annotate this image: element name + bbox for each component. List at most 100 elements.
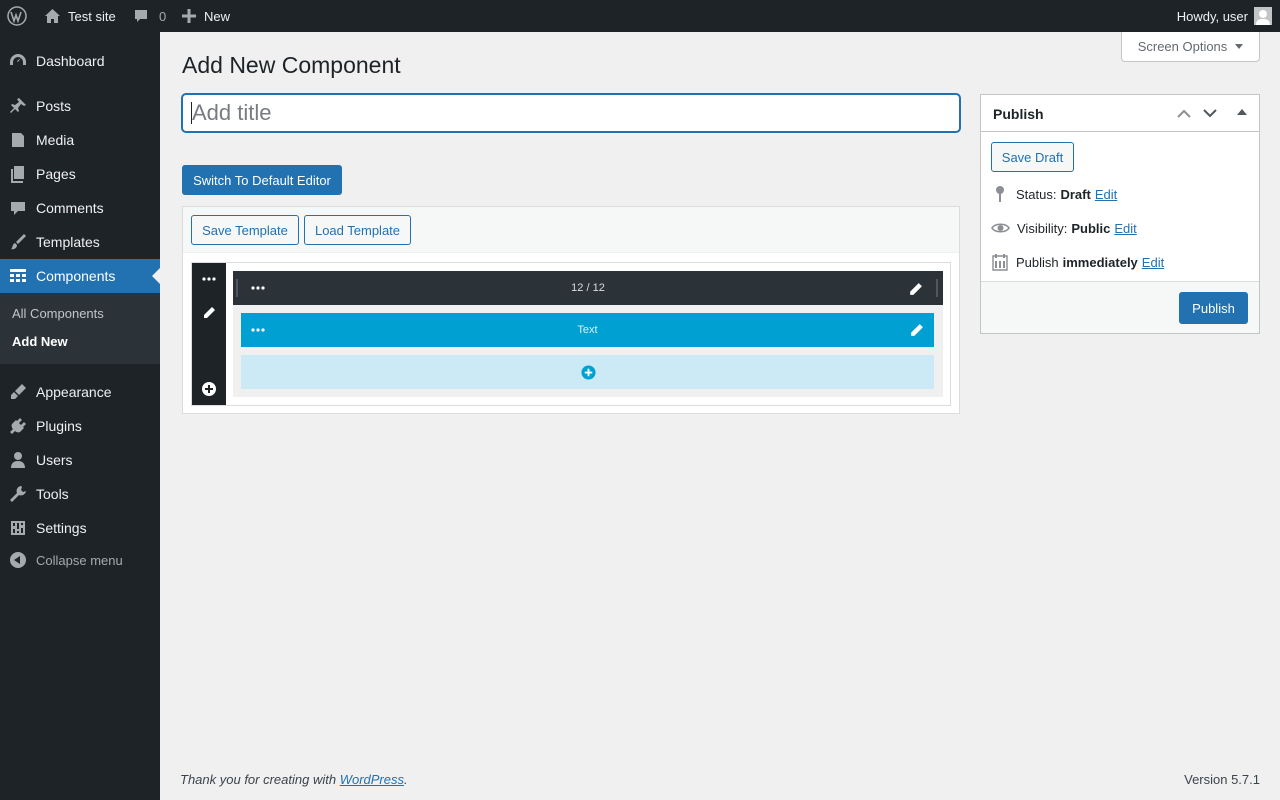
table-icon: [0, 266, 36, 286]
text-block-label: Text: [577, 324, 598, 336]
submenu-all-components[interactable]: All Components: [12, 306, 104, 321]
load-template-button[interactable]: Load Template: [304, 215, 411, 245]
menu-item-media[interactable]: Media: [0, 123, 160, 157]
title-input[interactable]: [182, 94, 960, 132]
menu-item-plugins[interactable]: Plugins: [0, 409, 160, 443]
add-component-icon[interactable]: [580, 364, 596, 380]
text-cursor: [191, 102, 192, 124]
status-row: Status: Draft Edit: [991, 185, 1117, 203]
menu-item-users[interactable]: Users: [0, 443, 160, 477]
move-up-icon[interactable]: [1177, 106, 1191, 120]
publish-title: Publish: [993, 106, 1044, 122]
components-submenu: All Components Add New: [0, 293, 160, 364]
plus-icon: [182, 9, 196, 23]
footer-version: Version 5.7.1: [1184, 772, 1260, 787]
menu-item-components[interactable]: Components: [0, 259, 160, 293]
appearance-icon: [0, 382, 36, 402]
comments-count: 0: [159, 8, 167, 24]
pin-icon: [0, 96, 36, 116]
admin-bar: Test site 0 New Howdy, user: [0, 0, 1280, 32]
menu-label: Appearance: [36, 384, 112, 400]
publish-header: Publish: [981, 95, 1259, 132]
schedule-row: Publish immediately Edit: [991, 253, 1164, 271]
comment-icon: [0, 198, 36, 218]
edit-status-link[interactable]: Edit: [1095, 187, 1117, 202]
menu-label: Users: [36, 452, 73, 468]
edit-visibility-link[interactable]: Edit: [1114, 221, 1136, 236]
footer-period: .: [404, 772, 408, 787]
menu-item-pages[interactable]: Pages: [0, 157, 160, 191]
media-icon: [0, 130, 36, 150]
admin-sidebar: Dashboard Posts Media Pages Comments Tem…: [0, 32, 160, 800]
add-component-area[interactable]: [241, 355, 934, 389]
page-builder: Save Template Load Template 12 / 12 Text: [182, 206, 960, 414]
visibility-value: Public: [1071, 220, 1111, 236]
status-value: Draft: [1060, 186, 1091, 202]
save-draft-button[interactable]: Save Draft: [991, 142, 1074, 172]
text-component-block[interactable]: Text: [241, 313, 934, 347]
wordpress-link[interactable]: WordPress: [340, 772, 404, 787]
builder-toolbar: Save Template Load Template: [183, 207, 959, 253]
comments-link[interactable]: 0: [133, 0, 166, 32]
menu-label: Components: [36, 268, 116, 284]
schedule-value: immediately: [1062, 254, 1138, 270]
menu-label: Settings: [36, 520, 87, 536]
row-edit-icon[interactable]: [907, 281, 923, 297]
add-section-icon[interactable]: [192, 377, 226, 401]
avatar: [1254, 7, 1272, 25]
resize-handle-right[interactable]: [936, 279, 938, 297]
site-name-link[interactable]: Test site: [44, 0, 116, 32]
section-edit-icon[interactable]: [192, 301, 226, 325]
menu-item-appearance[interactable]: Appearance: [0, 375, 160, 409]
menu-label: Posts: [36, 98, 72, 114]
menu-label: Pages: [36, 166, 76, 182]
section-rail: [192, 263, 226, 405]
menu-label: Media: [36, 132, 75, 148]
menu-item-tools[interactable]: Tools: [0, 477, 160, 511]
menu-label: Plugins: [36, 418, 82, 434]
row-header[interactable]: 12 / 12: [233, 271, 943, 305]
wordpress-logo-icon[interactable]: [7, 0, 29, 32]
pages-icon: [0, 164, 36, 184]
status-label: Status:: [1016, 186, 1057, 202]
publish-box: Publish Save Draft Status: Draft Edit Vi…: [980, 94, 1260, 334]
collapse-menu-button[interactable]: Collapse menu: [0, 543, 160, 577]
menu-label: Tools: [36, 486, 69, 502]
schedule-label: Publish: [1016, 254, 1059, 270]
toggle-panel-icon[interactable]: [1237, 107, 1247, 117]
publish-button[interactable]: Publish: [1179, 292, 1248, 324]
save-template-button[interactable]: Save Template: [191, 215, 299, 245]
wrench-icon: [0, 484, 36, 504]
move-down-icon[interactable]: [1203, 106, 1217, 120]
screen-options-label: Screen Options: [1137, 39, 1228, 54]
collapse-icon: [0, 551, 36, 569]
settings-icon: [0, 518, 36, 538]
new-content-link[interactable]: New: [182, 0, 230, 32]
footer-thanks: Thank you for creating with WordPress.: [180, 772, 408, 787]
edit-schedule-link[interactable]: Edit: [1142, 255, 1164, 270]
screen-options-button[interactable]: Screen Options: [1121, 32, 1260, 62]
publish-actions: Publish: [981, 281, 1259, 333]
menu-label: Dashboard: [36, 53, 105, 69]
visibility-row: Visibility: Public Edit: [991, 219, 1137, 237]
new-label: New: [204, 8, 231, 24]
menu-label: Comments: [36, 200, 104, 216]
submenu-add-new[interactable]: Add New: [12, 334, 68, 349]
switch-to-default-editor-button[interactable]: Switch To Default Editor: [182, 165, 342, 195]
main-content: Screen Options Add New Component Switch …: [160, 32, 1280, 800]
brush-icon: [0, 232, 36, 252]
howdy-text: Howdy, user: [1176, 8, 1248, 24]
menu-item-posts[interactable]: Posts: [0, 89, 160, 123]
user-icon: [0, 450, 36, 470]
collapse-label: Collapse menu: [36, 552, 123, 568]
menu-item-dashboard[interactable]: Dashboard: [0, 44, 160, 78]
plugin-icon: [0, 416, 36, 436]
menu-item-settings[interactable]: Settings: [0, 511, 160, 545]
block-edit-icon[interactable]: [908, 322, 924, 338]
account-menu[interactable]: Howdy, user: [1177, 0, 1272, 32]
menu-item-comments[interactable]: Comments: [0, 191, 160, 225]
calendar-icon: [992, 254, 1008, 271]
menu-label: Templates: [36, 234, 100, 250]
menu-item-templates[interactable]: Templates: [0, 225, 160, 259]
section-more-icon[interactable]: [192, 267, 226, 291]
